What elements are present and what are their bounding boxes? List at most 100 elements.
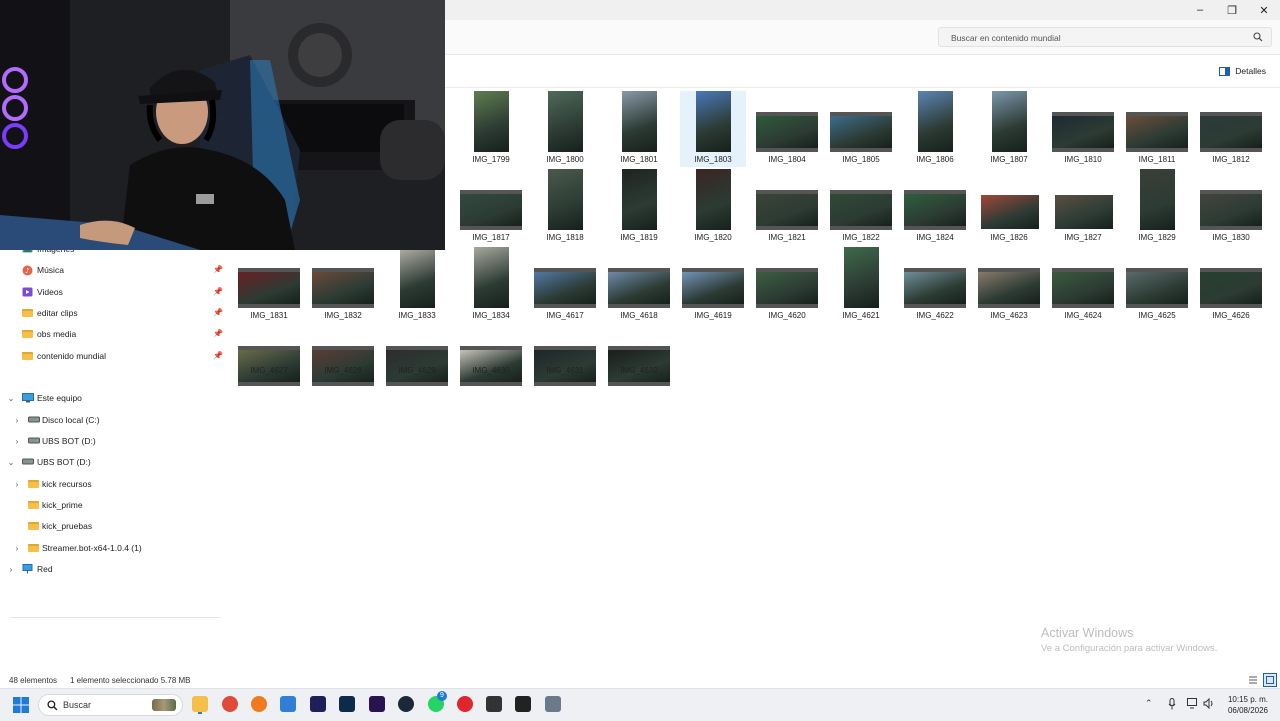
network-status-icon[interactable]: [1187, 698, 1199, 709]
file-item[interactable]: IMG_4623: [976, 247, 1042, 323]
file-item[interactable]: IMG_1820: [680, 169, 746, 245]
chevron-down-icon[interactable]: ⌄: [6, 458, 16, 467]
sidebar-item-contenido-mundial[interactable]: contenido mundial 📌: [0, 347, 226, 365]
file-item[interactable]: IMG_4626: [1198, 247, 1264, 323]
file-item[interactable]: IMG_1812: [1198, 91, 1264, 167]
file-item[interactable]: IMG_1804: [754, 91, 820, 167]
media-encoder-icon[interactable]: [310, 696, 326, 712]
file-item[interactable]: IMG_1803: [680, 91, 746, 167]
tree-item-disco-local-c-[interactable]: › Disco local (C:): [0, 411, 226, 429]
file-item[interactable]: IMG_4620: [754, 247, 820, 323]
file-item[interactable]: IMG_1821: [754, 169, 820, 245]
steam-icon[interactable]: [398, 696, 414, 712]
windows-start-icon[interactable]: [13, 697, 29, 713]
file-item[interactable]: IMG_1831: [236, 247, 302, 323]
chevron-down-icon[interactable]: ⌄: [6, 394, 16, 403]
file-item[interactable]: IMG_1806: [902, 91, 968, 167]
file-explorer-icon[interactable]: [192, 696, 208, 712]
file-item[interactable]: IMG_1811: [1124, 91, 1190, 167]
firefox-icon[interactable]: [251, 696, 267, 712]
file-item[interactable]: IMG_4617: [532, 247, 598, 323]
photo-thumbnail: [992, 91, 1027, 152]
file-name: IMG_1811: [1138, 155, 1176, 164]
close-button[interactable]: ✕: [1248, 0, 1280, 20]
tree-item-kick-recursos[interactable]: › kick recursos: [0, 475, 226, 493]
pin-icon[interactable]: 📌: [213, 287, 223, 296]
taskbar-search[interactable]: Buscar: [38, 694, 183, 716]
file-item[interactable]: IMG_4624: [1050, 247, 1116, 323]
file-item[interactable]: IMG_4632: [606, 325, 672, 401]
sidebar-item-videos[interactable]: Videos 📌: [0, 283, 226, 301]
minimize-button[interactable]: –: [1184, 0, 1216, 20]
file-name: IMG_1829: [1138, 233, 1176, 242]
tree-item-ubs-bot-d-[interactable]: › UBS BOT (D:): [0, 432, 226, 450]
tree-item-este-equipo[interactable]: ⌄ Este equipo: [0, 389, 226, 407]
file-item[interactable]: IMG_1832: [310, 247, 376, 323]
tray-chevron-icon[interactable]: ⌃: [1145, 698, 1153, 709]
file-item[interactable]: IMG_4630: [458, 325, 524, 401]
file-item[interactable]: IMG_1805: [828, 91, 894, 167]
file-item[interactable]: IMG_1810: [1050, 91, 1116, 167]
pin-icon[interactable]: 📌: [213, 329, 223, 338]
file-item[interactable]: IMG_4629: [384, 325, 450, 401]
file-item[interactable]: IMG_1827: [1050, 169, 1116, 245]
whatsapp-icon[interactable]: 9: [428, 691, 447, 712]
details-view-icon[interactable]: [1248, 675, 1258, 685]
app-icon[interactable]: [515, 696, 531, 712]
sidebar-item-obs-media[interactable]: obs media 📌: [0, 325, 226, 343]
file-item[interactable]: IMG_1833: [384, 247, 450, 323]
file-item[interactable]: IMG_1807: [976, 91, 1042, 167]
file-item[interactable]: IMG_4631: [532, 325, 598, 401]
premiere-icon[interactable]: [369, 696, 385, 712]
file-item[interactable]: IMG_1819: [606, 169, 672, 245]
restore-button[interactable]: ❐: [1216, 0, 1248, 20]
sidebar-item-m-sica[interactable]: ♪ Música 📌: [0, 261, 226, 279]
file-item[interactable]: IMG_1801: [606, 91, 672, 167]
chevron-right-icon[interactable]: ›: [12, 544, 22, 553]
file-item[interactable]: IMG_4619: [680, 247, 746, 323]
chevron-right-icon[interactable]: ›: [12, 416, 22, 425]
file-item[interactable]: IMG_1824: [902, 169, 968, 245]
tree-item-kick-prime[interactable]: kick_prime: [0, 496, 226, 514]
file-item[interactable]: IMG_4627: [236, 325, 302, 401]
pin-icon[interactable]: 📌: [213, 308, 223, 317]
sidebar-item-editar-clips[interactable]: editar clips 📌: [0, 304, 226, 322]
file-item[interactable]: IMG_1817: [458, 169, 524, 245]
search-input[interactable]: [949, 30, 1243, 46]
tree-item-streamer-bot-x64-1-0-4-1-[interactable]: › Streamer.bot-x64-1.0.4 (1): [0, 539, 226, 557]
chrome-icon[interactable]: [222, 696, 238, 712]
videos-icon: [22, 287, 33, 297]
store-icon[interactable]: [280, 696, 296, 712]
tree-item-red[interactable]: › Red: [0, 560, 226, 578]
details-pane-button[interactable]: Detalles: [1219, 64, 1266, 78]
file-item[interactable]: IMG_4625: [1124, 247, 1190, 323]
system-clock[interactable]: 10:15 p. m. 06/08/2026: [1228, 694, 1268, 716]
tree-item-kick-pruebas[interactable]: kick_pruebas: [0, 517, 226, 535]
obs-icon[interactable]: [486, 696, 502, 712]
file-item[interactable]: IMG_1800: [532, 91, 598, 167]
file-item[interactable]: IMG_1834: [458, 247, 524, 323]
file-item[interactable]: IMG_4628: [310, 325, 376, 401]
file-item[interactable]: IMG_4621: [828, 247, 894, 323]
file-item[interactable]: IMG_4618: [606, 247, 672, 323]
file-item[interactable]: IMG_1822: [828, 169, 894, 245]
file-item[interactable]: IMG_1830: [1198, 169, 1264, 245]
large-icons-view-icon[interactable]: [1263, 673, 1277, 687]
search-box[interactable]: [938, 27, 1272, 47]
file-item[interactable]: IMG_1829: [1124, 169, 1190, 245]
photoshop-icon[interactable]: [339, 696, 355, 712]
chevron-right-icon[interactable]: ›: [12, 480, 22, 489]
pin-icon[interactable]: 📌: [213, 265, 223, 274]
file-item[interactable]: IMG_1799: [458, 91, 524, 167]
volume-icon[interactable]: [1203, 698, 1215, 709]
file-item[interactable]: IMG_1826: [976, 169, 1042, 245]
pin-icon[interactable]: 📌: [213, 351, 223, 360]
file-item[interactable]: IMG_1818: [532, 169, 598, 245]
opera-icon[interactable]: [457, 696, 473, 712]
chevron-right-icon[interactable]: ›: [12, 437, 22, 446]
microphone-icon[interactable]: [1168, 698, 1176, 710]
tree-item-ubs-bot-d-[interactable]: ⌄ UBS BOT (D:): [0, 453, 226, 471]
chevron-right-icon[interactable]: ›: [6, 565, 16, 574]
settings-icon[interactable]: [545, 696, 561, 712]
file-item[interactable]: IMG_4622: [902, 247, 968, 323]
